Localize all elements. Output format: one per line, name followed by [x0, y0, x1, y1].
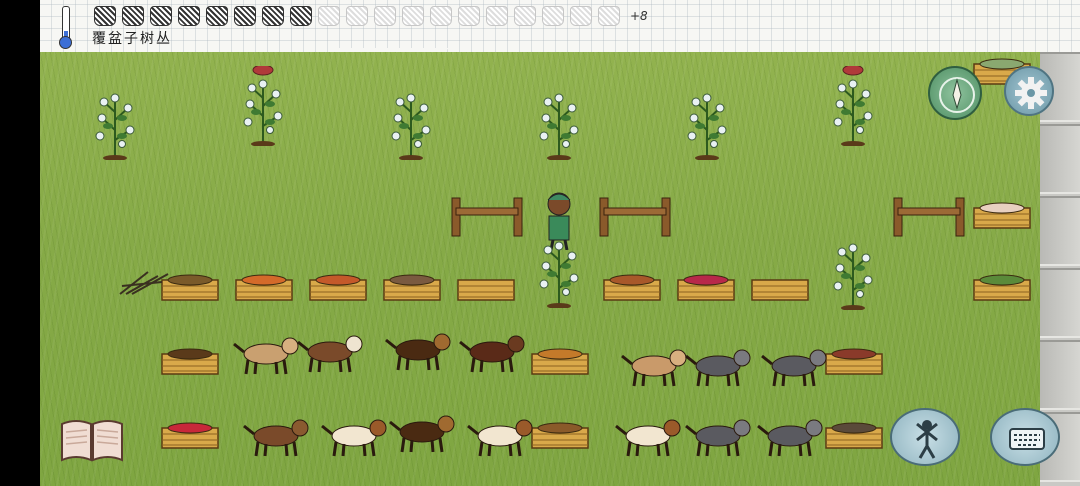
food-pip-full	[290, 6, 312, 26]
raspberry-bush[interactable]	[388, 80, 434, 161]
food-pip-empty	[486, 6, 508, 26]
food-pip-empty	[458, 6, 480, 26]
book-icon	[61, 420, 123, 462]
food-pip-full	[234, 6, 256, 26]
food-pip-full	[206, 6, 228, 26]
emote-button[interactable]	[890, 408, 960, 466]
food-pip-empty	[598, 6, 620, 26]
raspberry-bush[interactable]	[684, 80, 730, 161]
dog[interactable]	[320, 414, 390, 458]
left-letterbox	[0, 0, 40, 486]
dog[interactable]	[242, 414, 312, 458]
storage-crate[interactable]	[824, 346, 884, 376]
emote-icon	[916, 420, 938, 459]
storage-crate[interactable]	[234, 272, 294, 302]
storage-crate[interactable]	[160, 420, 220, 450]
food-pip-full	[262, 6, 284, 26]
keyboard-button[interactable]	[990, 408, 1060, 466]
storage-crate[interactable]	[676, 272, 736, 302]
hud-bar: +8 覆盆子树丛	[40, 0, 1080, 58]
storage-crate[interactable]	[530, 420, 590, 450]
dog[interactable]	[232, 332, 302, 376]
food-pip-full	[94, 6, 116, 26]
storage-crate[interactable]	[750, 272, 810, 302]
raspberry-bush[interactable]	[830, 230, 876, 311]
game-world[interactable]	[40, 52, 1040, 486]
food-pip-empty	[430, 6, 452, 26]
gear-icon	[1015, 77, 1047, 109]
fence-rail[interactable]	[596, 196, 674, 238]
fence-rail[interactable]	[448, 196, 526, 238]
dog[interactable]	[614, 414, 684, 458]
dog[interactable]	[756, 414, 826, 458]
raspberry-bush[interactable]	[240, 64, 286, 147]
thermometer-icon	[59, 6, 72, 49]
storage-crate[interactable]	[972, 272, 1032, 302]
tech-book-button[interactable]	[58, 414, 126, 464]
dog[interactable]	[760, 344, 830, 388]
dog[interactable]	[620, 344, 690, 388]
settings-button[interactable]	[1004, 66, 1054, 116]
dog[interactable]	[458, 330, 528, 374]
food-pip-empty	[402, 6, 424, 26]
fence-rail[interactable]	[890, 196, 968, 238]
food-pip-empty	[318, 6, 340, 26]
dog[interactable]	[384, 328, 454, 372]
storage-crate[interactable]	[308, 272, 368, 302]
storage-crate[interactable]	[456, 272, 516, 302]
hovered-object-label: 覆盆子树丛	[92, 31, 172, 47]
dog[interactable]	[466, 414, 536, 458]
food-pip-empty	[374, 6, 396, 26]
food-bonus: +8	[630, 9, 648, 23]
food-pip-empty	[346, 6, 368, 26]
food-pip-full	[122, 6, 144, 26]
raspberry-bush[interactable]	[92, 80, 138, 161]
compass-icon	[939, 77, 975, 113]
storage-crate[interactable]	[972, 200, 1032, 230]
dog[interactable]	[684, 344, 754, 388]
keyboard-icon	[1009, 428, 1045, 450]
food-pip-full	[178, 6, 200, 26]
dog[interactable]	[684, 414, 754, 458]
dog[interactable]	[388, 410, 458, 454]
raspberry-bush[interactable]	[830, 64, 876, 147]
compass-button[interactable]	[928, 66, 982, 120]
storage-crate[interactable]	[382, 272, 442, 302]
raspberry-bush[interactable]	[536, 80, 582, 161]
food-pip-empty	[542, 6, 564, 26]
storage-crate[interactable]	[824, 420, 884, 450]
food-meter: +8	[94, 6, 648, 26]
storage-crate[interactable]	[602, 272, 662, 302]
dog[interactable]	[296, 330, 366, 374]
storage-crate[interactable]	[160, 346, 220, 376]
food-pip-empty	[514, 6, 536, 26]
food-pip-empty	[570, 6, 592, 26]
dry-grass-pile[interactable]	[118, 266, 178, 296]
storage-crate[interactable]	[530, 346, 590, 376]
food-pip-full	[150, 6, 172, 26]
raspberry-bush[interactable]	[536, 228, 582, 309]
